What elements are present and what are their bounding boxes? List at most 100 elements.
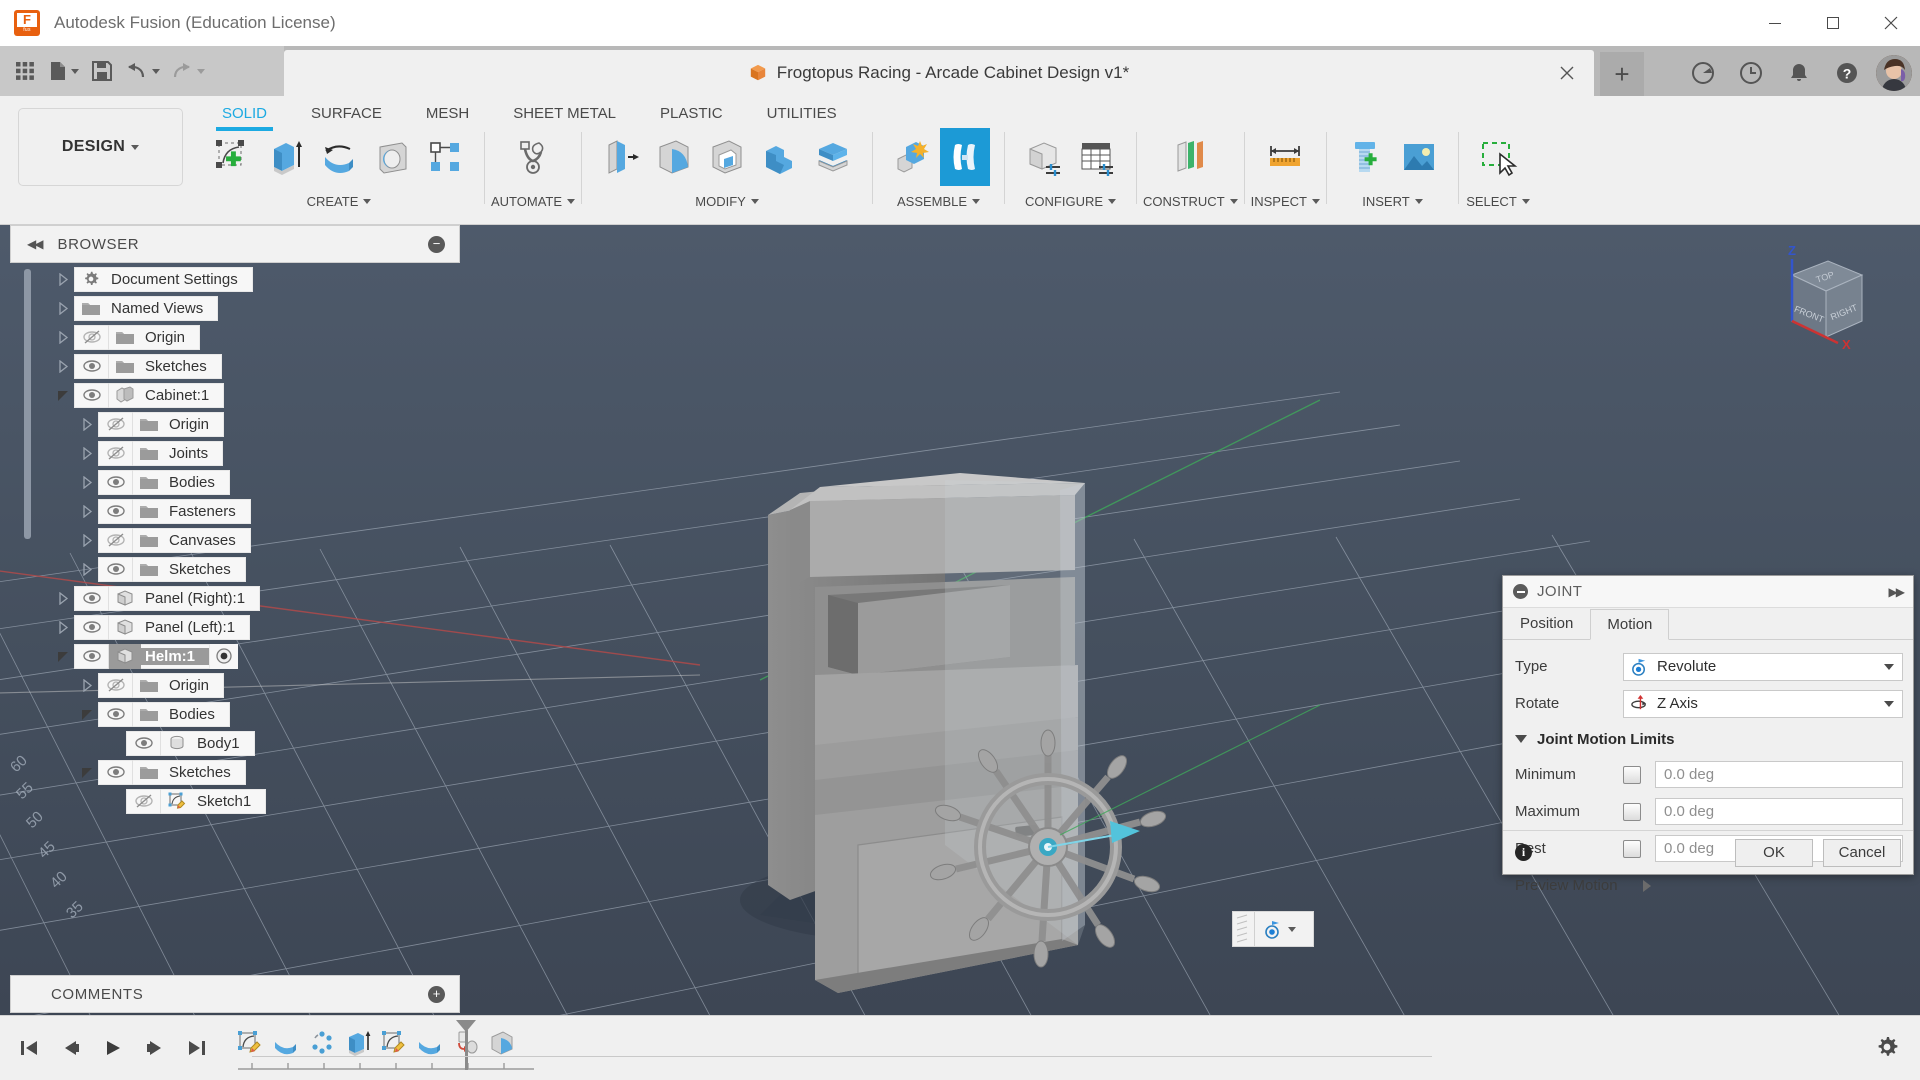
select-tool[interactable] — [1473, 128, 1523, 186]
new-file-button[interactable] — [44, 52, 83, 90]
ribbon-group-create-label[interactable]: CREATE — [307, 194, 372, 209]
visibility-toggle-icon[interactable] — [127, 788, 161, 814]
visibility-toggle-icon[interactable] — [99, 440, 133, 466]
browser-minimize-button[interactable]: − — [428, 235, 445, 253]
browser-item-sketches[interactable]: Sketches — [76, 758, 246, 786]
tab-motion[interactable]: Motion — [1590, 609, 1670, 640]
visibility-toggle-icon[interactable] — [75, 585, 109, 611]
redo-button[interactable] — [166, 52, 209, 90]
ribbon-group-inspect-label[interactable]: INSPECT — [1251, 194, 1320, 209]
help-icon[interactable]: ? — [1828, 54, 1866, 92]
ribbon-group-insert-label[interactable]: INSERT — [1362, 194, 1423, 209]
ribbon-tab-solid[interactable]: SOLID — [200, 98, 289, 131]
browser-item-fasteners[interactable]: Fasteners — [76, 497, 251, 525]
document-tab[interactable]: Frogtopus Racing - Arcade Cabinet Design… — [284, 50, 1594, 96]
maximize-button[interactable] — [1804, 0, 1862, 46]
add-comment-button[interactable]: + — [428, 985, 445, 1003]
ribbon-group-assemble-label[interactable]: ASSEMBLE — [897, 194, 981, 209]
insert-mcmaster-tool[interactable] — [1341, 128, 1391, 186]
expand-arrow-icon[interactable] — [104, 787, 126, 815]
undo-button[interactable] — [121, 52, 164, 90]
expand-arrow-icon[interactable] — [76, 526, 98, 554]
fillet-tool[interactable] — [649, 128, 699, 186]
expand-arrow-icon[interactable] — [52, 642, 74, 670]
browser-item-origin[interactable]: Origin — [52, 323, 201, 351]
play-button[interactable] — [94, 1026, 132, 1070]
ribbon-group-modify-label[interactable]: MODIFY — [695, 194, 759, 209]
visibility-toggle-icon[interactable] — [127, 730, 161, 756]
ribbon-tab-mesh[interactable]: MESH — [404, 98, 491, 128]
insert-canvas-tool[interactable] — [1394, 128, 1444, 186]
expand-arrow-icon[interactable] — [52, 265, 74, 293]
play-triangle-icon[interactable] — [1643, 879, 1651, 892]
visibility-toggle-icon[interactable] — [75, 643, 109, 669]
app-grid-button[interactable] — [8, 52, 42, 90]
browser-item-helm-1[interactable]: Helm:1 — [52, 642, 239, 670]
timeline-settings-button[interactable] — [1870, 1030, 1904, 1064]
minimum-input[interactable]: 0.0 deg — [1655, 761, 1903, 788]
split-face-tool[interactable] — [808, 128, 858, 186]
visibility-toggle-icon[interactable] — [75, 353, 109, 379]
expand-arrow-icon[interactable] — [76, 555, 98, 583]
timeline-feature-sketch-2[interactable] — [376, 1022, 412, 1064]
revolve-tool[interactable] — [314, 128, 364, 186]
expand-icon[interactable]: ▶▶ — [1889, 585, 1906, 599]
browser-collapse-icon[interactable]: ◀◀ — [27, 237, 44, 251]
cancel-button[interactable]: Cancel — [1823, 838, 1901, 867]
browser-item-joints[interactable]: Joints — [76, 439, 224, 467]
expand-arrow-icon[interactable] — [104, 729, 126, 757]
visibility-toggle-icon[interactable] — [75, 614, 109, 640]
close-document-icon[interactable] — [1558, 64, 1576, 82]
combine-tool[interactable] — [755, 128, 805, 186]
shell-tool[interactable] — [702, 128, 752, 186]
jump-to-beginning-button[interactable] — [10, 1026, 48, 1070]
expand-arrow-icon[interactable] — [76, 468, 98, 496]
chevron-down-icon[interactable] — [1288, 926, 1296, 932]
joint-marker-widget[interactable] — [1232, 911, 1314, 947]
browser-item-document-settings[interactable]: Document Settings — [52, 265, 253, 293]
expand-arrow-icon[interactable] — [52, 584, 74, 612]
create-sketch-tool[interactable] — [208, 128, 258, 186]
browser-item-panel-left-1[interactable]: Panel (Left):1 — [52, 613, 251, 641]
viewport-3d[interactable]: 60 55 50 45 40 35 65 60 55 — [0, 225, 1920, 1015]
maximum-checkbox[interactable] — [1623, 802, 1641, 821]
visibility-toggle-icon[interactable] — [99, 759, 133, 785]
visibility-toggle-icon[interactable] — [99, 411, 133, 437]
expand-arrow-icon[interactable] — [76, 439, 98, 467]
browser-item-bodies[interactable]: Bodies — [76, 700, 230, 728]
collapse-icon[interactable] — [1513, 584, 1528, 599]
chevron-down-icon[interactable] — [1884, 700, 1894, 707]
visibility-toggle-icon[interactable] — [99, 527, 133, 553]
ribbon-tab-surface[interactable]: SURFACE — [289, 98, 404, 128]
visibility-toggle-icon[interactable] — [75, 324, 109, 350]
joint-type-select[interactable]: Revolute — [1623, 652, 1903, 681]
activate-component-radio[interactable] — [210, 643, 239, 669]
ribbon-group-automate-label[interactable]: AUTOMATE — [491, 194, 576, 209]
browser-item-body1[interactable]: Body1 — [104, 729, 255, 757]
browser-item-cabinet-1[interactable]: Cabinet:1 — [52, 381, 225, 409]
browser-item-origin[interactable]: Origin — [76, 671, 225, 699]
visibility-toggle-icon[interactable] — [99, 498, 133, 524]
browser-item-bodies[interactable]: Bodies — [76, 468, 230, 496]
close-button[interactable] — [1862, 0, 1920, 46]
joint-type-preview[interactable] — [1255, 919, 1296, 939]
browser-item-sketches[interactable]: Sketches — [52, 352, 222, 380]
save-button[interactable] — [85, 52, 119, 90]
new-component-tool[interactable] — [887, 128, 937, 186]
browser-tree[interactable]: Document Settings Named Views Origin Sketch… — [10, 263, 460, 973]
chevron-down-icon[interactable] — [1884, 663, 1894, 670]
browser-item-origin[interactable]: Origin — [76, 410, 225, 438]
timeline-feature-pattern[interactable] — [304, 1022, 340, 1064]
maximum-input[interactable]: 0.0 deg — [1655, 798, 1903, 825]
expand-arrow-icon[interactable] — [76, 700, 98, 728]
browser-item-canvases[interactable]: Canvases — [76, 526, 251, 554]
ribbon-group-construct-label[interactable]: CONSTRUCT — [1143, 194, 1238, 209]
measure-tool[interactable] — [1260, 128, 1310, 186]
browser-scrollbar[interactable] — [24, 269, 31, 539]
visibility-toggle-icon[interactable] — [99, 556, 133, 582]
tab-position[interactable]: Position — [1503, 608, 1590, 639]
visibility-toggle-icon[interactable] — [99, 672, 133, 698]
browser-item-panel-right-1[interactable]: Panel (Right):1 — [52, 584, 261, 612]
jump-to-end-button[interactable] — [178, 1026, 216, 1070]
expand-arrow-icon[interactable] — [76, 758, 98, 786]
